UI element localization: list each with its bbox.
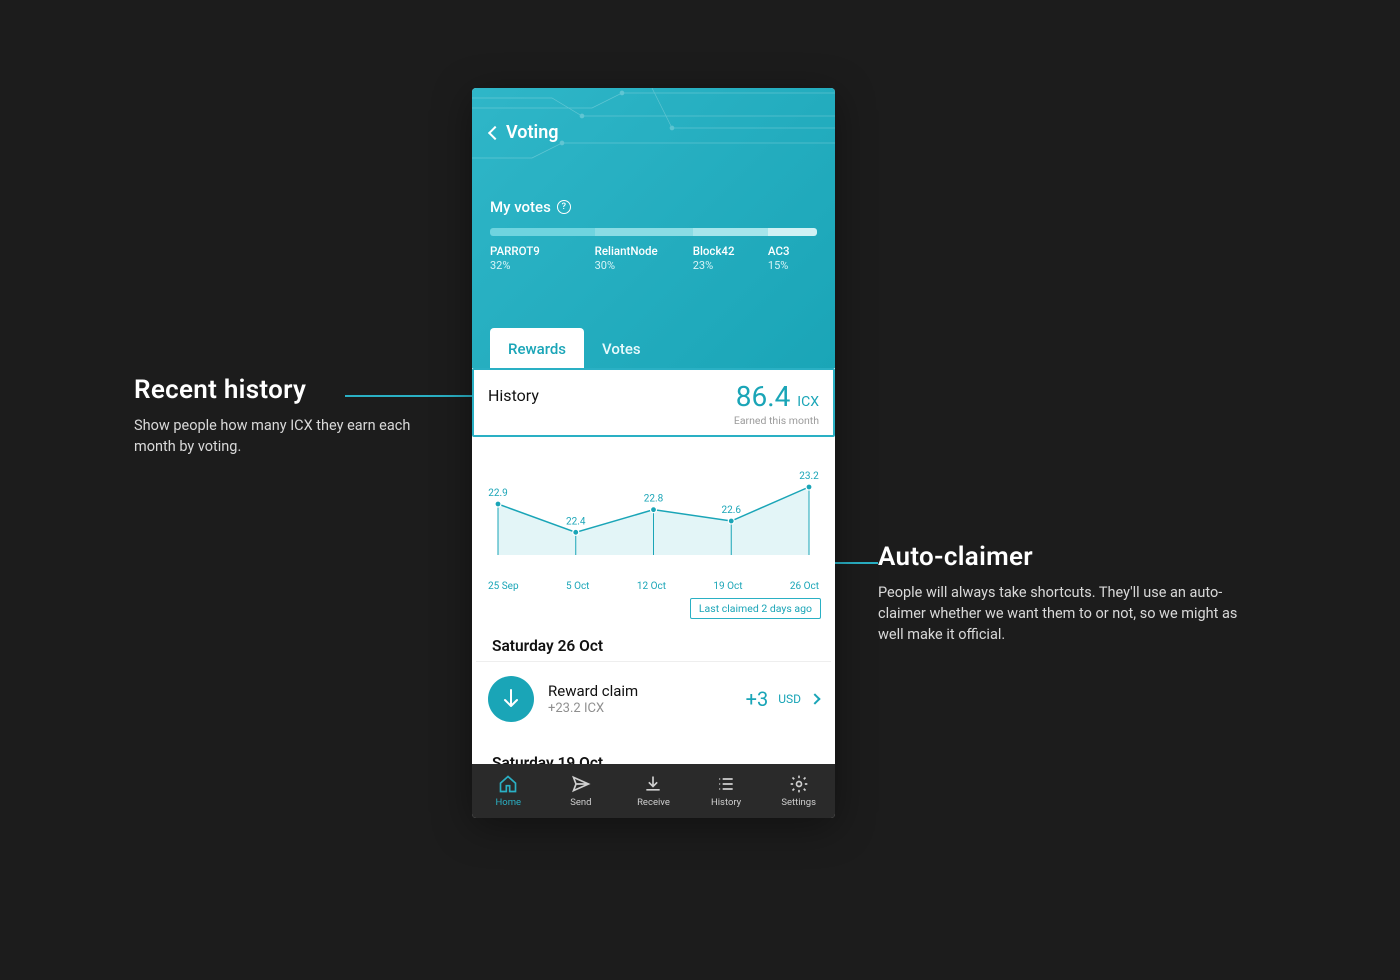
nav-settings[interactable]: Settings [762,764,835,818]
vote-item-pct: 32% [490,259,595,272]
reward-claim-icon [488,676,534,722]
nav-receive[interactable]: Receive [617,764,690,818]
my-votes-text: My votes [490,198,551,216]
chart-point-label: 22.6 [722,505,742,516]
chart-x-label: 5 Oct [566,581,590,592]
transaction-amount: +3 USD [746,687,819,711]
send-icon [571,774,591,794]
my-votes-label: My votes ? [490,198,817,216]
nav-history[interactable]: History [690,764,763,818]
connector-line-right [834,562,878,564]
transaction-currency: USD [778,692,801,706]
chart-x-label: 25 Sep [488,581,519,592]
annotation-auto-claimer: Auto-claimer People will always take sho… [878,542,1238,645]
settings-icon [789,774,809,794]
transaction-row[interactable]: Reward claim +23.2 ICX +3 USD [472,662,835,736]
nav-home[interactable]: Home [472,764,545,818]
chevron-left-icon [488,125,502,139]
vote-item-name: ReliantNode [595,244,693,258]
vote-item-name: AC3 [768,244,817,258]
back-button[interactable]: Voting [490,122,559,143]
tab-rewards[interactable]: Rewards [490,328,584,368]
chart-point-label: 22.8 [644,494,664,505]
receive-icon [643,774,663,794]
history-icon [716,774,736,794]
bottom-nav: Home Send Receive History Settings [472,764,835,818]
transaction-sub: +23.2 ICX [548,701,732,716]
chart-point [495,501,501,507]
date-header: Saturday 19 Oct [476,736,831,764]
chart-x-label: 19 Oct [713,581,742,592]
help-icon[interactable]: ? [557,200,571,214]
chart-x-label: 12 Oct [637,581,666,592]
vote-items: PARROT932%ReliantNode30%Block4223%AC315% [490,244,817,272]
chart-point [573,529,579,535]
chart-point [806,484,812,490]
vote-item-name: PARROT9 [490,244,595,258]
vote-bar-segment [768,228,817,236]
vote-item-pct: 23% [693,259,768,272]
phone-frame: Voting My votes ? PARROT932%ReliantNode3… [472,88,835,818]
annotation-recent-history: Recent history Show people how many ICX … [134,375,434,457]
annotation-title: Auto-claimer [878,542,1238,572]
transaction-value: +3 [746,687,769,711]
annotation-body: People will always take shortcuts. They'… [878,582,1238,645]
nav-label: History [711,797,741,808]
chart-point [728,518,734,524]
vote-bar-segment [595,228,693,236]
last-claimed-badge[interactable]: Last claimed 2 days ago [690,598,821,619]
chart-point-label: 23.2 [799,471,819,482]
vote-distribution-bar [490,228,817,236]
chart-point-label: 22.9 [488,488,508,499]
history-summary-card: History 86.4 ICX Earned this month [472,368,835,437]
transaction-body: Reward claim +23.2 ICX [548,682,732,716]
chart-svg: 22.9 22.4 22.8 22.6 23.2 [486,445,821,575]
annotation-title: Recent history [134,375,434,405]
app-header: Voting My votes ? PARROT932%ReliantNode3… [472,88,835,368]
history-amount: 86.4 [736,380,791,413]
nav-label: Settings [781,797,816,808]
connector-line-left [345,395,475,397]
tab-votes[interactable]: Votes [584,328,659,368]
vote-bar-segment [490,228,595,236]
vote-item[interactable]: ReliantNode30% [595,244,693,272]
my-votes-section: My votes ? PARROT932%ReliantNode30%Block… [490,198,817,272]
vote-item-pct: 30% [595,259,693,272]
history-amount-row: 86.4 ICX [734,380,819,413]
home-icon [498,774,518,794]
nav-label: Receive [637,797,670,808]
vote-item-pct: 15% [768,259,817,272]
nav-label: Send [570,797,591,808]
earnings-chart: 22.9 22.4 22.8 22.6 23.2 25 Sep 5 Oct 12 Oct 19… [472,437,835,592]
chevron-right-icon [809,693,820,704]
date-header: Saturday 26 Oct [476,619,831,662]
vote-item-name: Block42 [693,244,768,258]
history-subtext: Earned this month [734,414,819,427]
content-area: History 86.4 ICX Earned this month 22.92… [472,368,835,764]
chart-point [651,507,657,513]
arrow-down-icon [501,688,521,710]
vote-bar-segment [693,228,768,236]
page-title: Voting [506,122,559,143]
vote-item[interactable]: PARROT932% [490,244,595,272]
annotation-body: Show people how many ICX they earn each … [134,415,434,457]
history-unit: ICX [797,394,819,410]
chart-point-label: 22.4 [566,516,586,527]
chart-x-label: 26 Oct [790,581,819,592]
chart-x-axis: 25 Sep 5 Oct 12 Oct 19 Oct 26 Oct [486,579,821,592]
nav-send[interactable]: Send [545,764,618,818]
nav-label: Home [496,797,522,808]
transaction-title: Reward claim [548,682,732,700]
vote-item[interactable]: AC315% [768,244,817,272]
tabs: Rewards Votes [490,328,659,368]
history-amount-block: 86.4 ICX Earned this month [734,380,819,427]
history-label: History [488,380,539,405]
vote-item[interactable]: Block4223% [693,244,768,272]
